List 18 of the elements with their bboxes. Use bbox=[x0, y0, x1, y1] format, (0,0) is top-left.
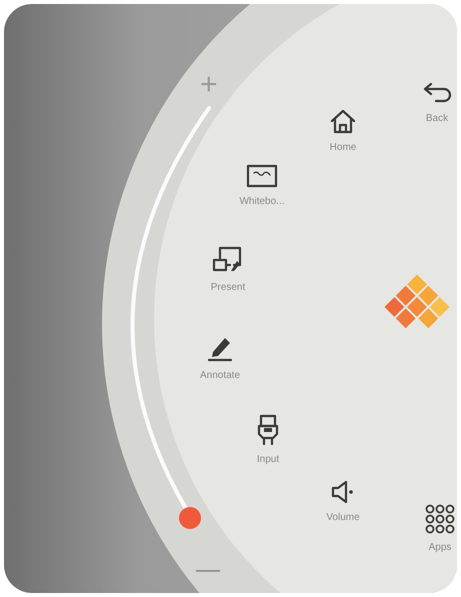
menu-item[interactable]: Apps bbox=[408, 504, 457, 555]
menu-item[interactable]: Home bbox=[311, 108, 375, 155]
menu-item[interactable]: Back bbox=[405, 81, 457, 126]
slider-thumb[interactable] bbox=[179, 507, 201, 529]
screen-share-icon bbox=[212, 246, 244, 274]
menu-item[interactable]: Whitebo... bbox=[230, 164, 294, 209]
minus-label[interactable]: — bbox=[196, 558, 220, 582]
grid-icon bbox=[425, 504, 455, 534]
menu-item[interactable]: Input bbox=[236, 414, 300, 467]
menu-item[interactable]: Annotate bbox=[188, 334, 252, 383]
whiteboard-icon bbox=[246, 164, 278, 188]
menu-item[interactable]: Present bbox=[196, 246, 260, 295]
menu-item[interactable]: Volume bbox=[311, 480, 375, 525]
plug-icon bbox=[256, 414, 280, 446]
speaker-icon bbox=[330, 480, 356, 504]
plus-label[interactable]: + bbox=[200, 70, 218, 100]
back-arrow-icon bbox=[422, 81, 452, 105]
house-icon bbox=[328, 108, 358, 134]
